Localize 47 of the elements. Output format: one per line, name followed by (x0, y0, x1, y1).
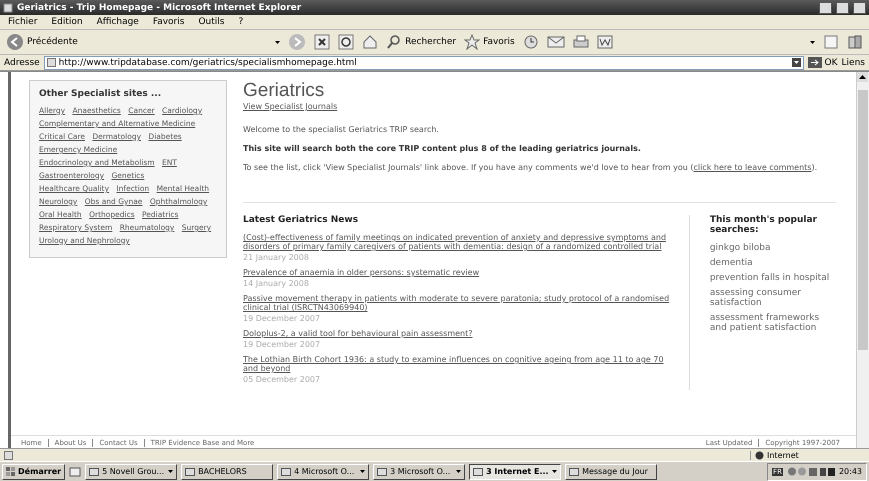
taskbar-button[interactable]: 5 Novell Grou... (85, 464, 178, 480)
news-link[interactable]: Passive movement therapy in patients with moderate to severe paratonia; study protocol of a randomised clinical trial (ISRCTN43069940) (243, 294, 675, 312)
address-label: Adresse (4, 58, 40, 68)
window-title: Geriatrics - Trip Homepage - Microsoft Internet Explorer (17, 2, 302, 12)
comments-link[interactable]: click here to leave comments (693, 163, 812, 172)
sidebar-title: Other Specialist sites ... (39, 89, 162, 99)
go-button[interactable]: OK (808, 57, 838, 68)
searches-heading: This month's popular searches: (710, 215, 818, 235)
search-term[interactable]: prevention falls in hospital (710, 273, 836, 283)
taskbar-button[interactable]: BACHELORS (181, 464, 274, 480)
taskbar-button[interactable]: 3 Internet E... (469, 464, 562, 480)
address-field[interactable]: http://www.tripdatabase.com/geriatrics/specialismhomepage.html (44, 56, 804, 70)
back-button[interactable]: Précédente (6, 33, 78, 51)
news-link[interactable]: Doloplus-2, a valid tool for behavioural pain assessment? (243, 329, 675, 338)
info-text: To see the list, click 'View Specialist Journals' link above. If you have any comments we'd love to hear from you (click here to leave comments). (243, 163, 818, 172)
search-button[interactable]: Rechercher (386, 34, 456, 50)
menu-item[interactable]: ? (238, 17, 244, 27)
links-label[interactable]: Liens (842, 58, 865, 68)
search-term[interactable]: dementia (710, 258, 836, 268)
taskbar-button[interactable]: Message du Jour (565, 464, 658, 480)
page-title: Geriatrics (243, 80, 326, 102)
favorites-button[interactable]: Favoris (464, 34, 515, 50)
menu-item[interactable]: Edition (51, 17, 83, 27)
news-date: 19 December 2007 (243, 314, 322, 323)
news-link[interactable]: (Cost)-effectiveness of family meetings on indicated prevention of anxiety and depressive symptoms and disorders of primary family caregivers of patients with dementia: design of a randomized controlled trial (243, 233, 675, 251)
menu-item[interactable]: Fichier (8, 17, 38, 27)
news-date: 21 January 2008 (243, 253, 310, 262)
zone-label: Internet (767, 450, 799, 460)
journals-link[interactable]: View Specialist Journals (243, 102, 338, 111)
search-term[interactable]: ginkgo biloba (710, 243, 836, 253)
search-term[interactable]: assessing consumer satisfaction (710, 288, 836, 308)
news-date: 05 December 2007 (243, 375, 322, 384)
taskbar-button[interactable]: 3 Microsoft O... (373, 464, 466, 480)
clock: 20:43 (838, 467, 862, 476)
search-term[interactable]: assessment frameworks and patient satisfaction (710, 313, 836, 333)
news-link[interactable]: Prevalence of anaemia in older persons: systematic review (243, 268, 675, 277)
menu-item[interactable]: Favoris (152, 17, 184, 27)
news-date: 14 January 2008 (243, 279, 310, 288)
start-button[interactable]: Démarrer (2, 464, 66, 480)
taskbar-button[interactable]: 4 Microsoft O... (277, 464, 370, 480)
news-heading: Latest Geriatrics News (243, 215, 360, 225)
menu-item[interactable]: Outils (198, 17, 224, 27)
menu-item[interactable]: Affichage (96, 17, 139, 27)
summary-text: This site will search both the core TRIP content plus 8 of the leading geriatrics journals. (243, 144, 642, 153)
welcome-text: Welcome to the specialist Geriatrics TRIP search. (243, 125, 440, 134)
news-link[interactable]: The Lothian Birth Cohort 1936: a study to examine influences on cognitive ageing from age 11 to age 70 and beyond (243, 355, 675, 373)
news-date: 19 December 2007 (243, 340, 322, 349)
